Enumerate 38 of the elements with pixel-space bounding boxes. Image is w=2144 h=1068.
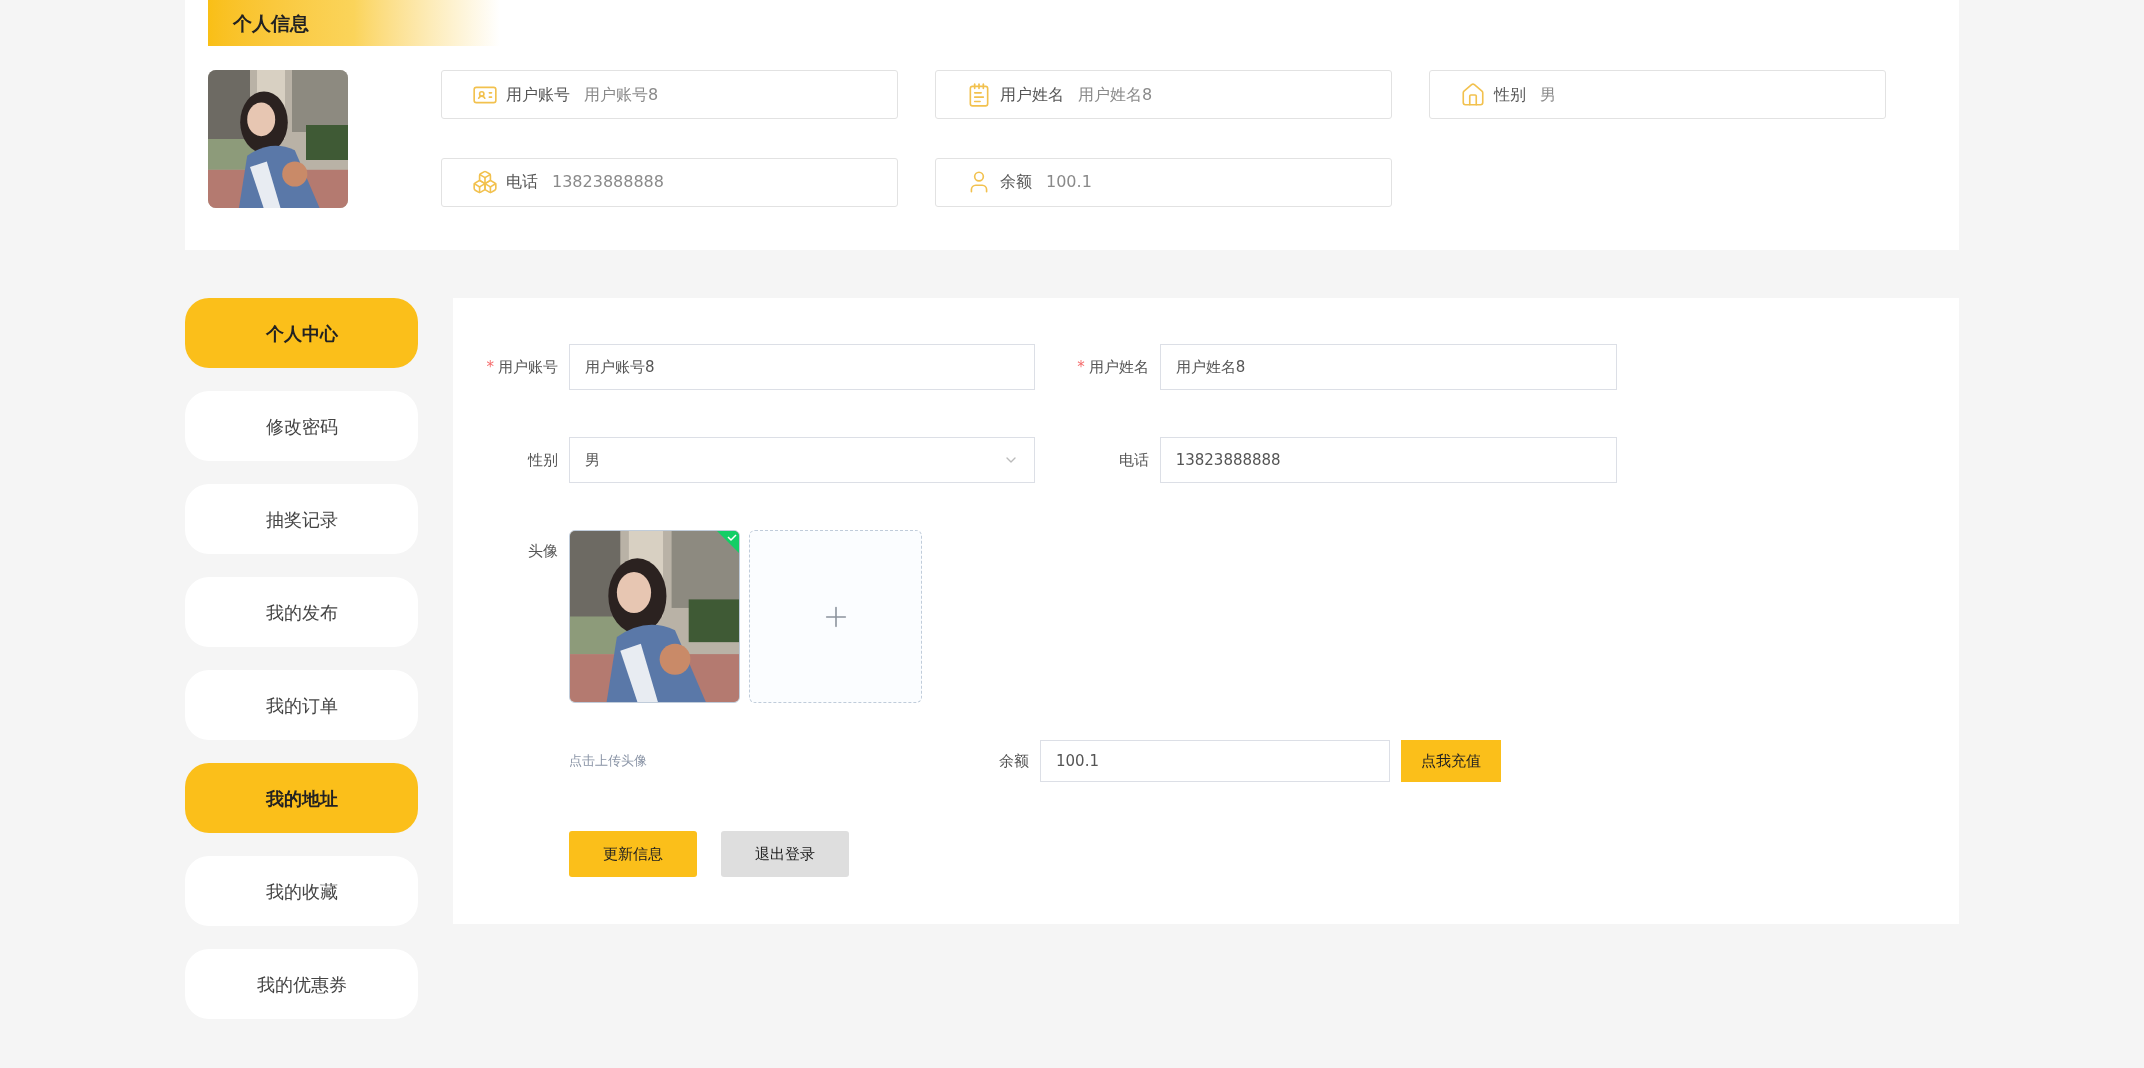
field-label: 性别 xyxy=(1494,83,1526,106)
form-label: * 用户账号 xyxy=(486,356,558,378)
field-value: 13823888888 xyxy=(552,171,664,193)
field-label: 用户姓名 xyxy=(1000,83,1064,106)
text-field[interactable]: 用户账号8 xyxy=(569,344,1035,390)
upload-button[interactable] xyxy=(749,530,922,703)
cubes-icon xyxy=(472,169,498,195)
form-label: * 用户姓名 xyxy=(1077,356,1149,378)
house-icon xyxy=(1460,81,1486,108)
field-value: 用户姓名8 xyxy=(1078,83,1153,106)
field-label: 余额 xyxy=(1000,171,1032,193)
logout-button[interactable]: 退出登录 xyxy=(721,831,849,877)
recharge-button[interactable]: 点我充值 xyxy=(1401,740,1501,782)
upload-hint: 点击上传头像 xyxy=(569,752,648,771)
form-label: 性别 xyxy=(528,449,558,471)
field-value: 用户账号8 xyxy=(584,83,659,106)
field-value: 男 xyxy=(1540,83,1556,106)
text-field[interactable]: 用户姓名8 xyxy=(1159,344,1617,390)
sidebar-item[interactable]: 我的收藏 xyxy=(185,856,418,926)
update-button[interactable]: 更新信息 xyxy=(569,831,697,877)
field-label: 电话 xyxy=(506,171,538,193)
text-field[interactable]: 13823888888 xyxy=(1159,437,1617,483)
sidebar-item[interactable]: 个人中心 xyxy=(185,298,418,368)
balance-field[interactable]: 100.1 xyxy=(1040,740,1390,782)
sidebar-item[interactable]: 我的订单 xyxy=(185,670,418,740)
form-label: 电话 xyxy=(1118,449,1149,471)
form-label: 余额 xyxy=(999,750,1029,772)
sidebar-item[interactable]: 我的地址 xyxy=(185,763,418,833)
check-badge-icon xyxy=(717,531,739,553)
form-label: 头像 xyxy=(528,541,558,562)
sidebar-item[interactable]: 我的优惠券 xyxy=(185,949,418,1019)
field-label: 用户账号 xyxy=(506,83,570,106)
select-field[interactable]: 男 xyxy=(569,437,1035,483)
field-value: 100.1 xyxy=(1046,171,1092,193)
sidebar-item[interactable]: 抽奖记录 xyxy=(185,484,418,554)
section-title: 个人信息 xyxy=(208,0,500,46)
sidebar-item[interactable]: 修改密码 xyxy=(185,391,418,461)
sidebar-item[interactable]: 我的发布 xyxy=(185,577,418,647)
